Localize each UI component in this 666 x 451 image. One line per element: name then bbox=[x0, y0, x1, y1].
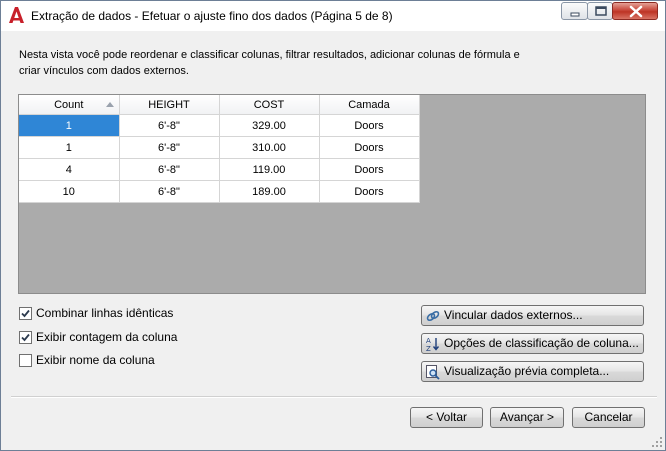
column-header-camada[interactable]: Camada bbox=[319, 95, 420, 115]
table-cell[interactable]: 119.00 bbox=[219, 158, 320, 181]
link-icon bbox=[426, 310, 440, 322]
table-row[interactable]: 10 6'-8" 189.00 Doors bbox=[19, 180, 420, 203]
table-cell[interactable]: 10 bbox=[19, 180, 120, 203]
table-row[interactable]: 1 6'-8" 329.00 Doors bbox=[19, 114, 420, 137]
checkbox-box[interactable] bbox=[19, 307, 32, 320]
checkbox-label: Exibir contagem da coluna bbox=[36, 330, 178, 344]
button-label: Opções de classificação de coluna... bbox=[444, 336, 639, 350]
full-preview-button[interactable]: Visualização prévia completa... bbox=[421, 361, 644, 382]
checkbox-label: Combinar linhas idênticas bbox=[36, 306, 174, 320]
table-cell[interactable]: Doors bbox=[319, 158, 420, 181]
minimize-button[interactable] bbox=[561, 2, 588, 20]
link-external-data-button[interactable]: Vincular dados externos... bbox=[421, 305, 644, 326]
window-title: Extração de dados - Efetuar o ajuste fin… bbox=[31, 9, 393, 23]
svg-text:Z: Z bbox=[426, 345, 431, 352]
footer-divider bbox=[11, 396, 657, 398]
button-label: Visualização prévia completa... bbox=[444, 364, 610, 378]
back-button[interactable]: < Voltar bbox=[410, 407, 483, 428]
table-row[interactable]: 1 6'-8" 310.00 Doors bbox=[19, 136, 420, 159]
dialog-window: Extração de dados - Efetuar o ajuste fin… bbox=[0, 0, 666, 451]
table-cell[interactable]: 1 bbox=[19, 136, 120, 159]
maximize-icon bbox=[595, 6, 607, 16]
table-cell[interactable]: 310.00 bbox=[219, 136, 320, 159]
title-bar: Extração de dados - Efetuar o ajuste fin… bbox=[1, 1, 665, 31]
table-cell[interactable]: 4 bbox=[19, 158, 120, 181]
data-grid[interactable]: Count HEIGHT COST Camada 1 6'-8" 329.00 … bbox=[19, 95, 420, 203]
column-sort-options-button[interactable]: A Z Opções de classificação de coluna... bbox=[421, 333, 644, 354]
checkbox-box[interactable] bbox=[19, 354, 32, 367]
table-cell[interactable]: Doors bbox=[319, 114, 420, 137]
sort-az-icon: A Z bbox=[426, 337, 440, 352]
autocad-a-icon bbox=[9, 7, 24, 23]
svg-text:A: A bbox=[426, 337, 431, 345]
close-button[interactable] bbox=[612, 2, 658, 20]
resize-grip-icon[interactable] bbox=[651, 436, 663, 448]
table-cell[interactable]: Doors bbox=[319, 180, 420, 203]
table-cell[interactable]: 329.00 bbox=[219, 114, 320, 137]
button-label: Vincular dados externos... bbox=[444, 308, 583, 322]
table-row[interactable]: 4 6'-8" 119.00 Doors bbox=[19, 158, 420, 181]
table-cell[interactable]: Doors bbox=[319, 136, 420, 159]
column-header-cost[interactable]: COST bbox=[219, 95, 320, 115]
checkmark-icon bbox=[21, 333, 30, 342]
close-icon bbox=[629, 5, 643, 18]
column-header-count[interactable]: Count bbox=[19, 95, 120, 115]
column-header-height[interactable]: HEIGHT bbox=[119, 95, 220, 115]
maximize-button[interactable] bbox=[587, 2, 613, 20]
checkbox-box[interactable] bbox=[19, 331, 32, 344]
table-cell[interactable]: 6'-8" bbox=[119, 180, 220, 203]
table-cell[interactable]: 6'-8" bbox=[119, 114, 220, 137]
table-cell-selected[interactable]: 1 bbox=[19, 114, 120, 137]
checkmark-icon bbox=[21, 309, 30, 318]
minimize-icon bbox=[570, 12, 580, 17]
next-button[interactable]: Avançar > bbox=[490, 407, 564, 428]
grid-header-row: Count HEIGHT COST Camada bbox=[19, 95, 420, 115]
cancel-button[interactable]: Cancelar bbox=[572, 407, 645, 428]
data-grid-area[interactable]: Count HEIGHT COST Camada 1 6'-8" 329.00 … bbox=[18, 94, 646, 294]
sort-ascending-icon bbox=[105, 102, 114, 107]
table-cell[interactable]: 189.00 bbox=[219, 180, 320, 203]
checkbox-label: Exibir nome da coluna bbox=[36, 353, 155, 367]
instructions-text: Nesta vista você pode reordenar e classi… bbox=[19, 49, 520, 77]
table-cell[interactable]: 6'-8" bbox=[119, 136, 220, 159]
table-cell[interactable]: 6'-8" bbox=[119, 158, 220, 181]
preview-magnifier-icon bbox=[426, 365, 440, 380]
